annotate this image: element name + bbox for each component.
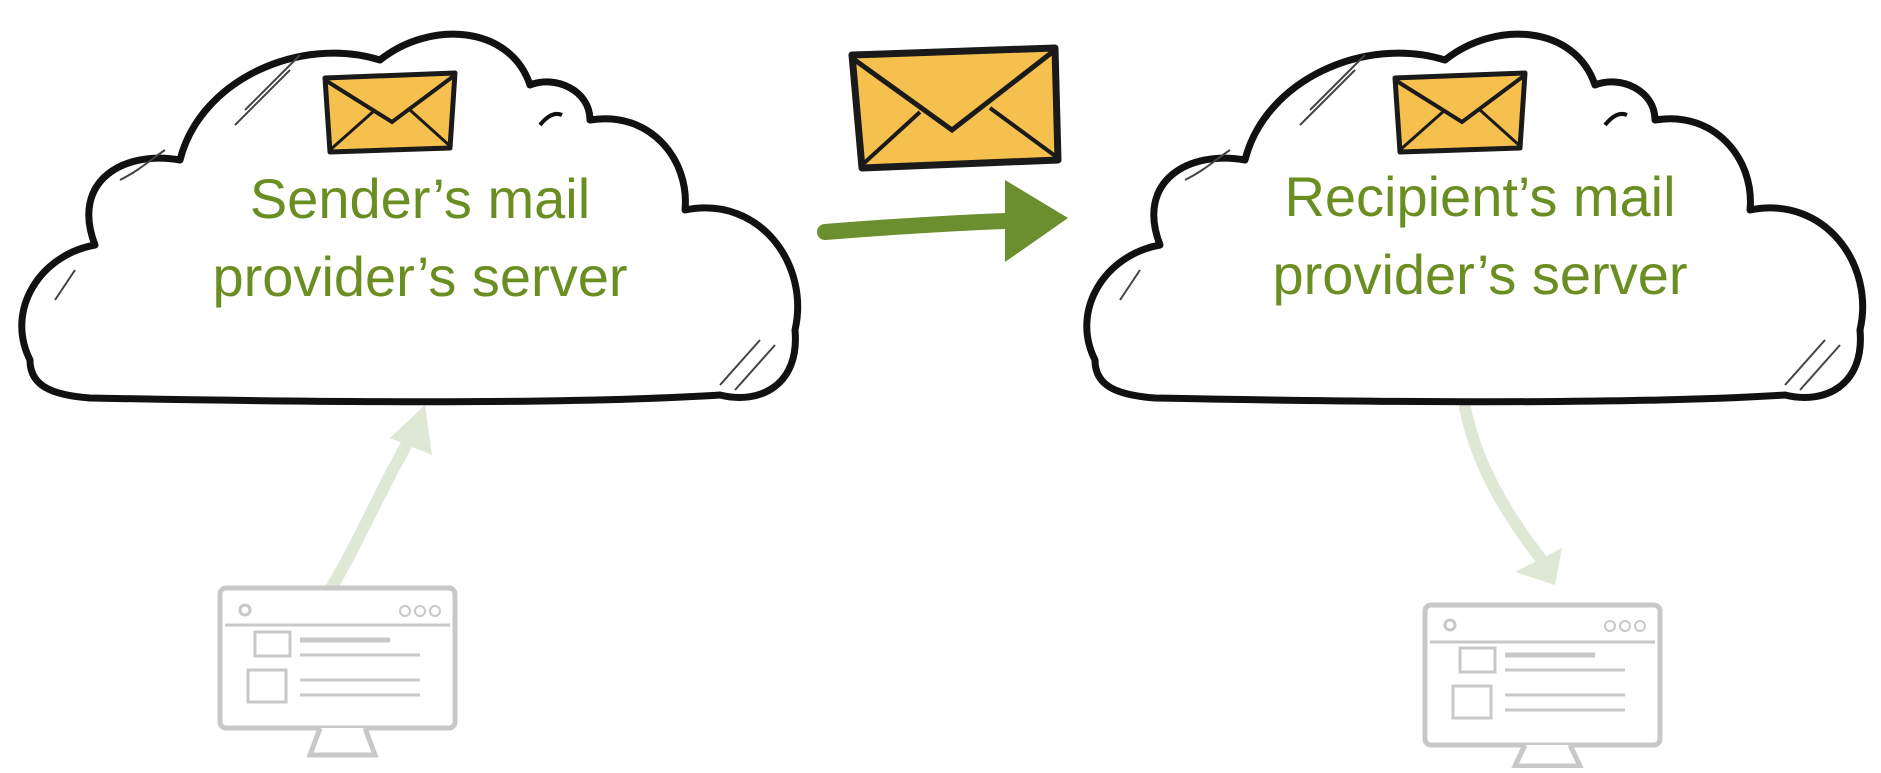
recipient-server-label: Recipient’s mail provider’s server [1272,165,1688,306]
download-arrow [1459,402,1562,585]
diagram-canvas [18,30,1867,769]
transit-envelope-icon [848,44,1062,172]
sender-monitor-icon [217,585,458,758]
recipient-envelope-icon [1392,70,1528,155]
sender-server-label: Sender’s mail provider’s server [212,167,628,308]
upload-arrow [324,405,432,596]
recipient-monitor-icon [1422,602,1663,769]
sender-envelope-icon [322,70,458,155]
transfer-arrow [817,180,1068,262]
email-flow-diagram: Sender’s mail provider’s server Recipien… [0,0,1881,769]
